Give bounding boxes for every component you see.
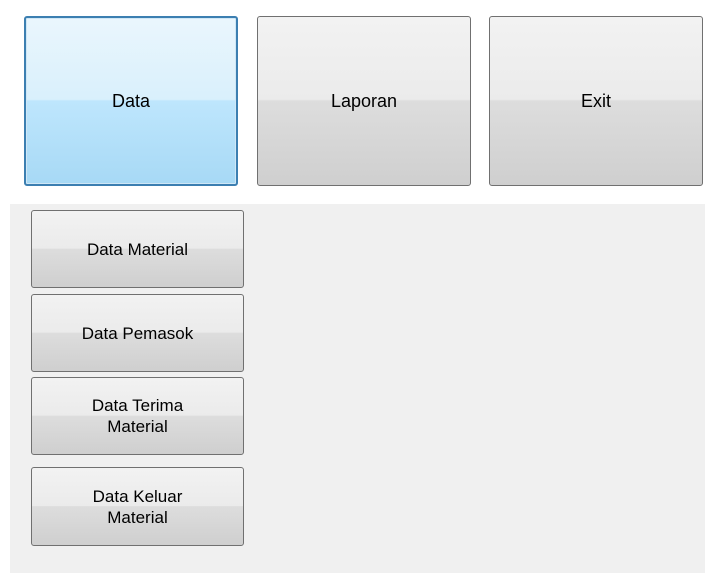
data-material-button[interactable]: Data Material — [31, 210, 244, 288]
exit-button-label: Exit — [580, 90, 611, 111]
exit-button[interactable]: Exit — [489, 16, 703, 186]
data-material-label: Data Material — [86, 239, 189, 259]
data-terima-material-button[interactable]: Data Terima Material — [31, 377, 244, 455]
data-pemasok-label: Data Pemasok — [81, 323, 194, 343]
laporan-button-label: Laporan — [330, 90, 398, 111]
data-keluar-material-label: Data Keluar Material — [92, 486, 183, 527]
data-pemasok-button[interactable]: Data Pemasok — [31, 294, 244, 372]
laporan-button[interactable]: Laporan — [257, 16, 471, 186]
data-button-label: Data — [111, 90, 151, 111]
data-terima-material-label: Data Terima Material — [91, 396, 184, 436]
data-button[interactable]: Data — [24, 16, 238, 186]
data-keluar-material-button[interactable]: Data Keluar Material — [31, 467, 244, 546]
